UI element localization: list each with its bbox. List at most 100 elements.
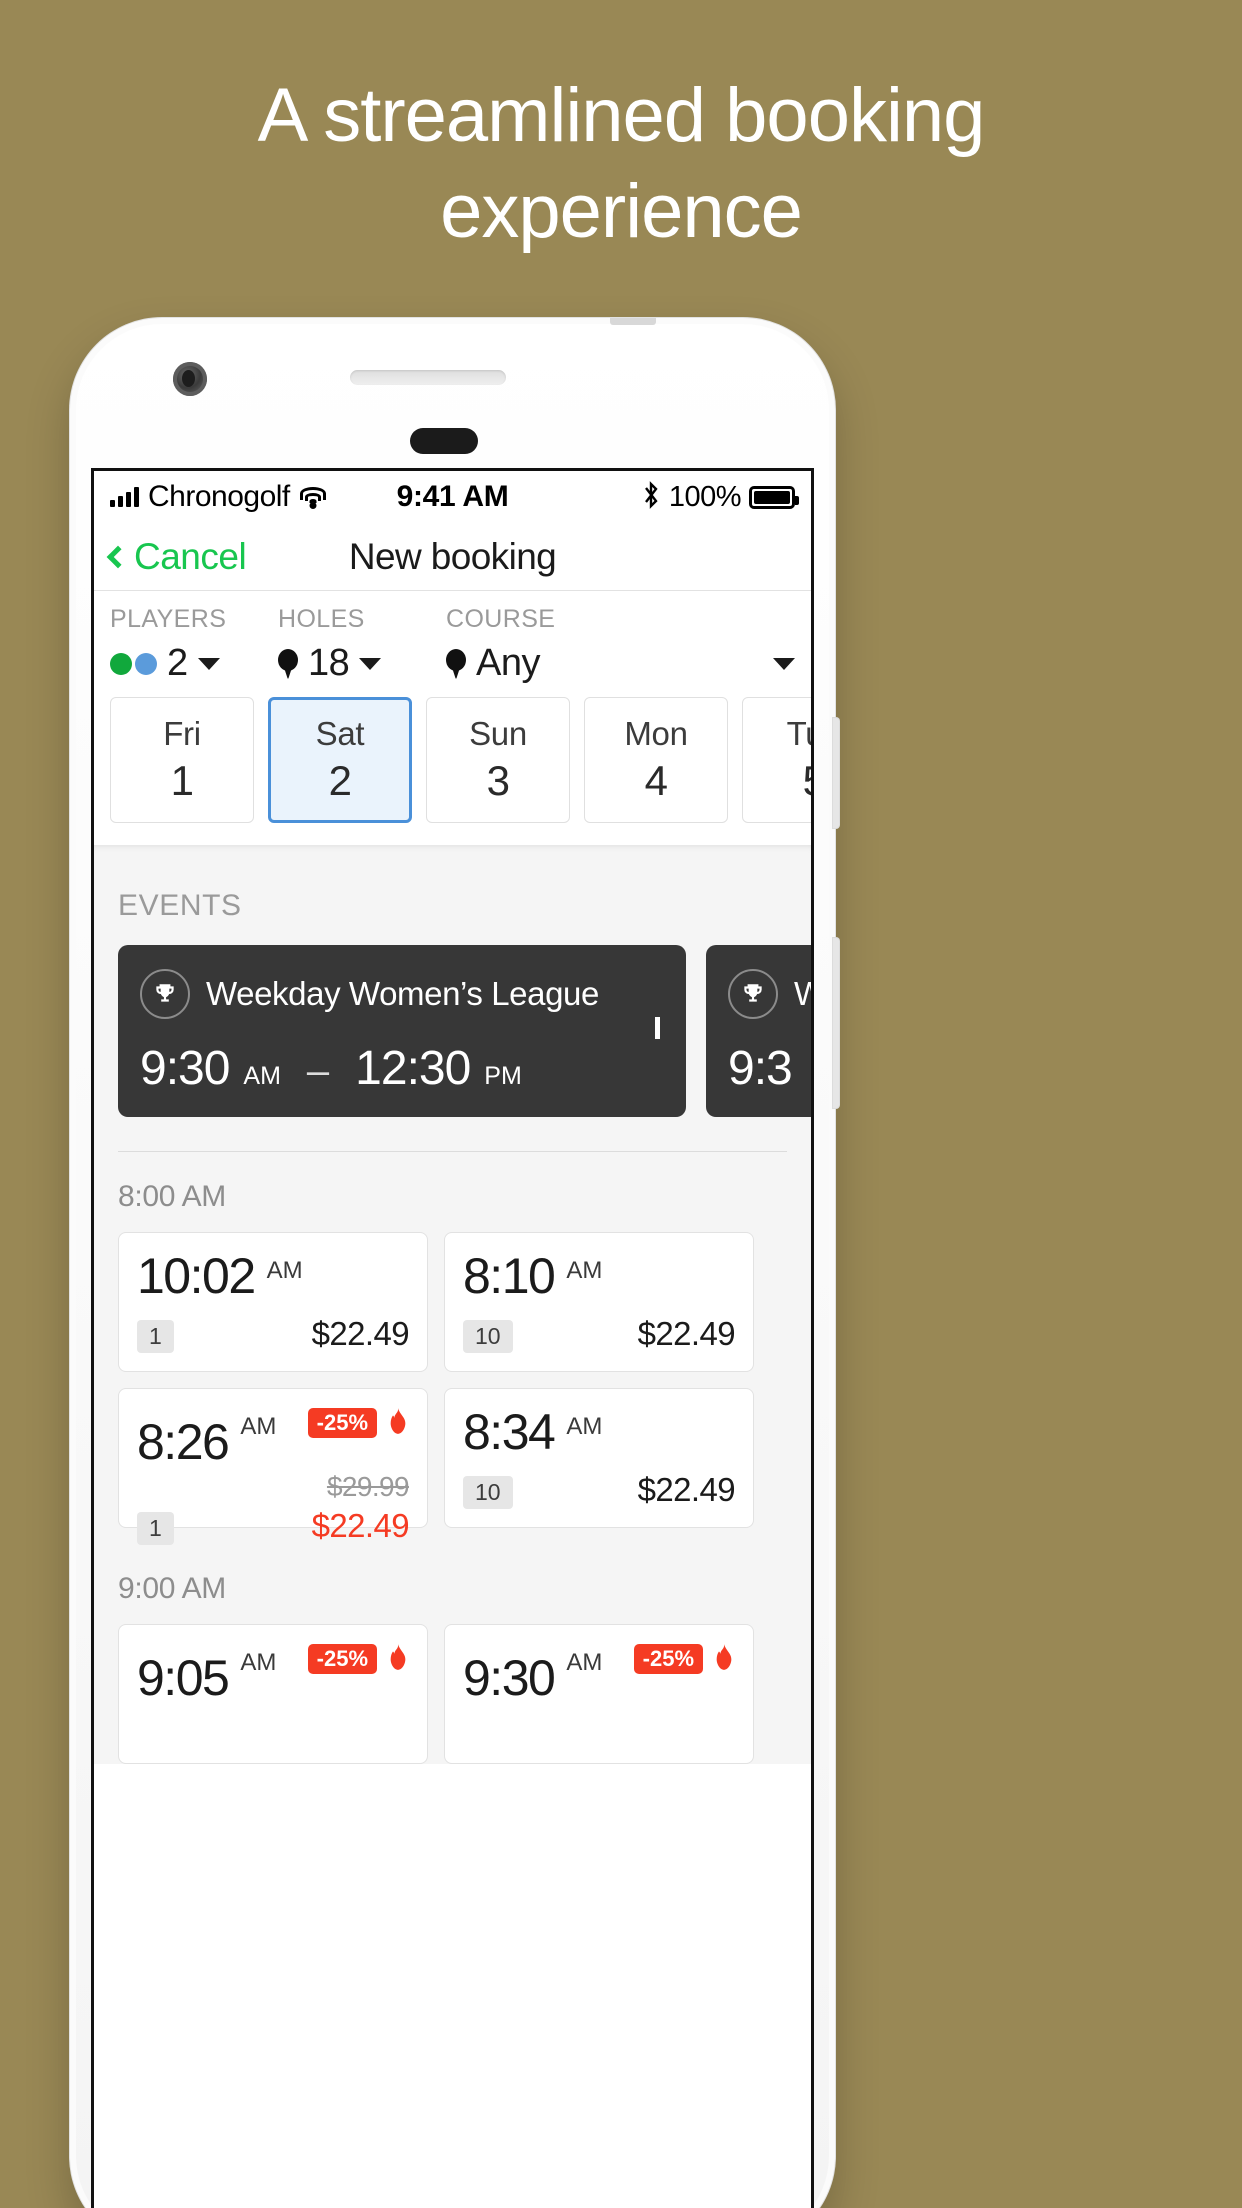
page-title: A streamlined booking experience — [0, 78, 1242, 250]
date-cell-sun[interactable]: Sun 3 — [426, 697, 570, 823]
filter-players[interactable]: PLAYERS 2 — [110, 605, 278, 685]
player-dots-icon — [110, 652, 157, 675]
event-start-time: 9:3 — [728, 1042, 793, 1095]
date-number: 3 — [486, 757, 510, 804]
chevron-down-icon — [359, 657, 382, 670]
bluetooth-glyph — [644, 480, 658, 509]
tee-time-card[interactable]: 10:02 AM 1 $22.49 — [118, 1232, 428, 1372]
front-camera-icon — [173, 362, 207, 396]
date-number: 2 — [328, 757, 352, 804]
time-group-heading: 8:00 AM — [118, 1180, 226, 1213]
date-day: Sun — [469, 715, 527, 752]
date-number: 5 — [803, 757, 811, 805]
event-end-time: 12:30 — [355, 1042, 471, 1095]
headline-line-1: A streamlined booking — [257, 73, 986, 158]
cancel-label: Cancel — [134, 535, 247, 577]
tee-time: 8:26 — [137, 1414, 230, 1470]
tee-time-row: 10:02 AM 1 $22.49 8:10 AM 10 $22.49 — [94, 1232, 811, 1372]
signal-bars-icon — [110, 487, 139, 507]
tee-time-card[interactable]: 8:34 AM 10 $22.49 — [444, 1388, 754, 1528]
trophy-glyph — [744, 984, 762, 1002]
battery-full-icon — [749, 485, 800, 509]
date-number: 1 — [170, 757, 194, 804]
filter-players-value: 2 — [167, 642, 188, 684]
trophy-icon — [140, 969, 190, 1019]
event-title: W — [794, 975, 811, 1013]
phone-mockup: Chronogolf 9:41 AM 100% Cancel New booki… — [70, 318, 839, 2208]
events-carousel[interactable]: Weekday Women’s League 9:30 AM – 12:30 P… — [94, 945, 811, 1117]
headline-line-2: experience — [440, 169, 803, 254]
available-spots-badge: 10 — [463, 1320, 513, 1353]
tee-meridiem: AM — [240, 1413, 277, 1440]
filter-course[interactable]: COURSE Any — [446, 605, 795, 685]
flame-glyph — [716, 1644, 732, 1670]
event-start-time: 9:30 — [140, 1042, 230, 1095]
status-time: 9:41 AM — [396, 480, 509, 513]
available-spots-badge: 10 — [463, 1476, 513, 1509]
event-card-next-partial[interactable]: W 9:3 — [706, 945, 811, 1117]
date-number: 4 — [644, 757, 668, 804]
earpiece-pill — [410, 428, 478, 454]
date-cell-mon[interactable]: Mon 4 — [584, 697, 728, 823]
tee-time-row: 9:05 AM -25% 9:30 AM -25% — [94, 1624, 811, 1764]
discount-badge: -25% — [307, 1408, 377, 1438]
golf-tee-icon — [278, 648, 298, 679]
bluetooth-icon — [641, 480, 661, 515]
filter-players-label: PLAYERS — [110, 605, 227, 633]
golf-tee-icon — [446, 648, 466, 679]
filter-holes[interactable]: HOLES 18 — [278, 605, 446, 685]
phone-screen: Chronogolf 9:41 AM 100% Cancel New booki… — [91, 468, 814, 2208]
filter-bar: PLAYERS 2 HOLES 18 COURSE Any — [94, 591, 811, 685]
tee-price-discounted: $22.49 — [311, 1507, 410, 1544]
tee-meridiem: AM — [566, 1649, 603, 1676]
tee-price: $22.49 — [637, 1315, 736, 1352]
tee-time: 9:05 — [137, 1650, 230, 1706]
poster-stage: A streamlined booking experience Chronog… — [0, 0, 1242, 2208]
volume-up-button[interactable] — [833, 718, 839, 828]
antenna-band — [610, 318, 656, 325]
date-cell-tue[interactable]: Tue 5 — [742, 697, 811, 823]
event-time-dash: – — [306, 1049, 330, 1093]
event-title: Weekday Women’s League — [206, 975, 599, 1012]
cancel-button[interactable]: Cancel — [106, 535, 247, 578]
available-spots-badge: 1 — [137, 1320, 174, 1353]
events-section-label: EVENTS — [118, 889, 242, 922]
date-cell-fri[interactable]: Fri 1 — [110, 697, 254, 823]
earpiece-speaker — [350, 370, 506, 385]
date-cell-sat-selected[interactable]: Sat 2 — [268, 697, 412, 823]
filter-course-label: COURSE — [446, 605, 556, 633]
flame-glyph — [390, 1644, 406, 1670]
event-start-meridiem: AM — [243, 1062, 281, 1090]
wifi-icon — [299, 486, 327, 509]
tee-meridiem: AM — [566, 1257, 603, 1284]
trophy-icon — [728, 969, 778, 1019]
battery-percent: 100% — [668, 480, 742, 513]
event-end-meridiem: PM — [484, 1062, 522, 1090]
trophy-glyph — [156, 984, 174, 1002]
filter-course-value: Any — [476, 642, 540, 684]
tee-time-card-discounted[interactable]: 9:30 AM -25% — [444, 1624, 754, 1764]
discount-badge: -25% — [633, 1644, 703, 1674]
flame-icon — [387, 1643, 409, 1675]
volume-down-button[interactable] — [833, 938, 839, 1108]
flame-icon — [713, 1643, 735, 1675]
flame-icon — [387, 1407, 409, 1439]
carrier-label: Chronogolf — [148, 480, 290, 513]
date-selector[interactable]: Fri 1 Sat 2 Sun 3 Mon 4 Tue 5 — [94, 685, 811, 845]
tee-time: 8:10 — [463, 1248, 556, 1304]
tee-time-card-discounted[interactable]: 9:05 AM -25% — [118, 1624, 428, 1764]
flame-glyph — [390, 1408, 406, 1434]
chevron-left-icon — [106, 545, 130, 568]
date-day: Mon — [624, 715, 688, 752]
status-bar: Chronogolf 9:41 AM 100% — [94, 471, 811, 523]
tee-time-card[interactable]: 8:10 AM 10 $22.49 — [444, 1232, 754, 1372]
tee-meridiem: AM — [266, 1257, 303, 1284]
chevron-down-icon — [773, 657, 795, 670]
date-day: Fri — [163, 715, 201, 752]
tee-time: 10:02 — [137, 1248, 256, 1304]
filter-holes-label: HOLES — [278, 605, 365, 633]
event-card[interactable]: Weekday Women’s League 9:30 AM – 12:30 P… — [118, 945, 686, 1117]
tee-time: 9:30 — [463, 1650, 556, 1706]
tee-time-card-discounted[interactable]: 8:26 AM -25% 1 $29.99 $22.49 — [118, 1388, 428, 1545]
tee-time-row: 8:26 AM -25% 1 $29.99 $22.49 8:34 AM 10 … — [94, 1388, 811, 1545]
